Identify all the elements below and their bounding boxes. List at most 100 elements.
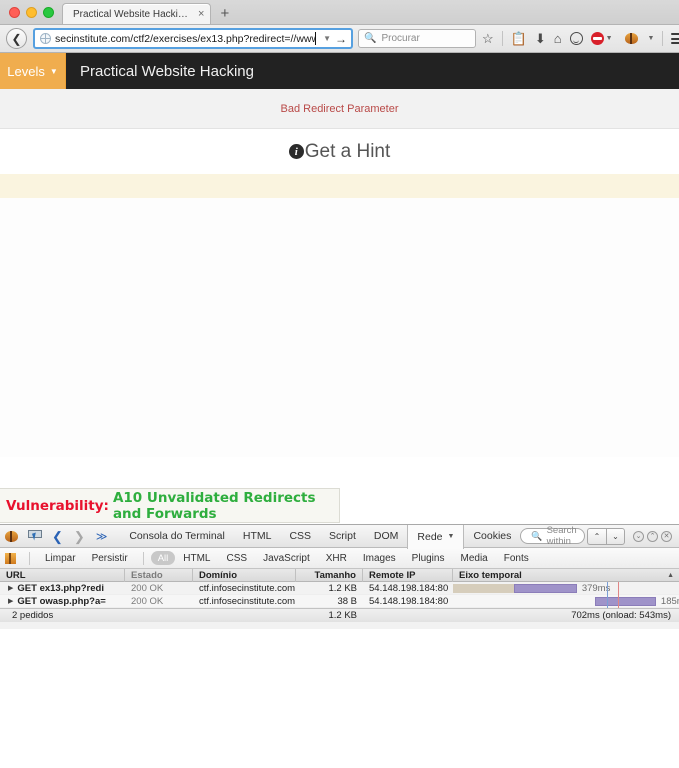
below-devtools-blank-area bbox=[0, 629, 679, 768]
devtools-back-button[interactable]: ❮ bbox=[52, 530, 63, 543]
request-path: owasp.php?a= bbox=[39, 595, 106, 607]
column-header-url[interactable]: URL bbox=[0, 568, 125, 582]
request-timeline: 379ms bbox=[453, 581, 679, 595]
filter-html[interactable]: HTML bbox=[175, 553, 218, 564]
network-table-header: URL Estado Domínio Tamanho Remote IP Eix… bbox=[0, 568, 679, 582]
address-bar[interactable]: secinstitute.com/ctf2/exercises/ex13.php… bbox=[33, 28, 353, 49]
inspector-icon[interactable] bbox=[28, 529, 42, 543]
timeline-receive-bar bbox=[595, 596, 657, 606]
request-status: 200 OK bbox=[131, 582, 164, 594]
request-timeline: 185ms bbox=[453, 594, 679, 608]
back-button[interactable]: ❮ bbox=[6, 28, 27, 49]
filter-images[interactable]: Images bbox=[355, 553, 404, 564]
filter-xhr[interactable]: XHR bbox=[318, 553, 355, 564]
tab-css-label: CSS bbox=[289, 530, 312, 542]
filter-css[interactable]: CSS bbox=[219, 553, 256, 564]
devtools-search-input[interactable]: 🔍 Search within bbox=[520, 525, 585, 547]
browser-tab[interactable]: Practical Website Hacking - Exer... × bbox=[62, 3, 212, 24]
search-icon: 🔍 bbox=[531, 530, 543, 541]
close-window-button[interactable] bbox=[9, 7, 20, 18]
levels-dropdown-button[interactable]: Levels ▼ bbox=[0, 53, 66, 89]
filter-media[interactable]: Media bbox=[452, 553, 495, 564]
tab-console[interactable]: Consola do Terminal bbox=[120, 525, 234, 548]
home-icon[interactable]: ⌂ bbox=[554, 32, 562, 45]
expander-icon[interactable]: ▶ bbox=[8, 597, 13, 605]
get-a-hint-label: Get a Hint bbox=[304, 140, 391, 162]
tab-script[interactable]: Script bbox=[320, 525, 365, 548]
bookmark-star-icon[interactable]: ☆ bbox=[482, 32, 494, 45]
chevron-down-icon[interactable]: ▼ bbox=[648, 35, 655, 42]
search-box[interactable]: 🔍 Procurar bbox=[358, 29, 476, 48]
command-line-icon[interactable]: ≫ bbox=[96, 530, 107, 543]
hint-banner bbox=[0, 174, 679, 198]
request-url-cell[interactable]: ▶ GET ex13.php?redi bbox=[0, 582, 125, 595]
sort-arrow-icon[interactable]: ▲ bbox=[667, 572, 679, 579]
table-row[interactable]: ▶ GET owasp.php?a= 200 OK ctf.infosecins… bbox=[0, 594, 679, 608]
detach-panel-icon[interactable]: ⌃ bbox=[647, 530, 658, 542]
request-url-cell[interactable]: ▶ GET owasp.php?a= bbox=[0, 595, 125, 608]
column-header-remote-ip[interactable]: Remote IP bbox=[363, 568, 453, 582]
tab-dom[interactable]: DOM bbox=[365, 525, 408, 548]
go-arrow-icon[interactable]: → bbox=[335, 32, 347, 46]
close-icon[interactable]: × bbox=[198, 8, 204, 20]
tab-cookies-label: Cookies bbox=[473, 530, 512, 542]
toolbar-divider bbox=[501, 31, 503, 46]
request-remote-ip: 54.148.198.184:80 bbox=[369, 595, 449, 607]
chevron-down-icon[interactable]: ▼ bbox=[606, 35, 613, 42]
browser-tab-title: Practical Website Hacking - Exer... bbox=[73, 8, 191, 20]
request-path: ex13.php?redi bbox=[39, 582, 104, 594]
devtools-forward-button[interactable]: ❯ bbox=[74, 530, 85, 543]
timeline-duration-label: 185ms bbox=[660, 595, 679, 607]
downloads-icon[interactable]: ⬇ bbox=[535, 32, 546, 45]
tab-rede[interactable]: Rede ▼ bbox=[407, 524, 465, 549]
column-header-eixo-temporal-label: Eixo temporal bbox=[459, 569, 522, 581]
clear-button[interactable]: Limpar bbox=[37, 553, 84, 564]
tab-cookies[interactable]: Cookies bbox=[464, 525, 520, 548]
vulnerability-callout: Vulnerability: A10 Unvalidated Redirects… bbox=[0, 488, 340, 523]
summary-timing: 702ms (onload: 543ms) bbox=[571, 610, 671, 621]
minimize-panel-icon[interactable]: ⌄ bbox=[633, 530, 644, 542]
column-header-eixo-temporal[interactable]: Eixo temporal ▲ bbox=[453, 569, 679, 582]
reader-list-icon[interactable]: 📋 bbox=[511, 32, 527, 45]
network-filter-bar: Limpar Persistir All HTML CSS JavaScript… bbox=[0, 548, 679, 569]
tab-rede-label: Rede bbox=[417, 530, 443, 543]
maximize-window-button[interactable] bbox=[43, 7, 54, 18]
request-status: 200 OK bbox=[131, 595, 164, 607]
adblock-icon[interactable] bbox=[590, 32, 604, 45]
filter-javascript[interactable]: JavaScript bbox=[255, 553, 318, 564]
onload-marker-blue bbox=[606, 594, 608, 608]
tab-css[interactable]: CSS bbox=[280, 525, 320, 548]
chevron-left-icon: ❮ bbox=[11, 31, 22, 46]
column-header-tamanho[interactable]: Tamanho bbox=[296, 568, 363, 582]
page-title: Practical Website Hacking bbox=[80, 62, 254, 80]
menu-icon[interactable] bbox=[671, 31, 679, 47]
get-a-hint-link[interactable]: i Get a Hint bbox=[288, 140, 391, 163]
devtools-panel: ❮ ❯ ≫ Consola do Terminal HTML CSS Scrip… bbox=[0, 524, 679, 629]
column-header-dominio[interactable]: Domínio bbox=[193, 568, 296, 582]
toolbar-divider bbox=[662, 31, 664, 46]
chevron-down-icon[interactable]: ▼ bbox=[323, 34, 331, 43]
search-prev-button[interactable]: ⌃ bbox=[587, 527, 606, 545]
minimize-window-button[interactable] bbox=[26, 7, 37, 18]
expander-icon[interactable]: ▶ bbox=[8, 584, 13, 592]
smiley-feedback-icon[interactable] bbox=[569, 32, 583, 45]
filter-fonts[interactable]: Fonts bbox=[496, 553, 537, 564]
firebug-icon[interactable] bbox=[624, 33, 638, 44]
close-panel-icon[interactable]: ✕ bbox=[661, 530, 672, 542]
page-body-blank-area bbox=[0, 198, 679, 457]
devtools-search-placeholder: Search within bbox=[546, 525, 577, 547]
column-header-estado[interactable]: Estado bbox=[125, 568, 193, 582]
table-row[interactable]: ▶ GET ex13.php?redi 200 OK ctf.infosecin… bbox=[0, 581, 679, 595]
tab-dom-label: DOM bbox=[373, 530, 399, 542]
new-tab-button[interactable]: + bbox=[220, 6, 229, 24]
request-domain: ctf.infosecinstitute.com bbox=[199, 595, 296, 607]
search-next-button[interactable]: ⌄ bbox=[606, 527, 625, 545]
network-panel-icon bbox=[5, 552, 16, 564]
filter-plugins[interactable]: Plugins bbox=[404, 553, 453, 564]
filter-all[interactable]: All bbox=[150, 551, 176, 565]
domready-marker-red bbox=[617, 594, 619, 608]
persist-button[interactable]: Persistir bbox=[84, 553, 136, 564]
tab-html[interactable]: HTML bbox=[234, 525, 281, 548]
firebug-icon[interactable] bbox=[5, 530, 18, 542]
vulnerability-value: A10 Unvalidated Redirects and Forwards bbox=[112, 489, 316, 522]
